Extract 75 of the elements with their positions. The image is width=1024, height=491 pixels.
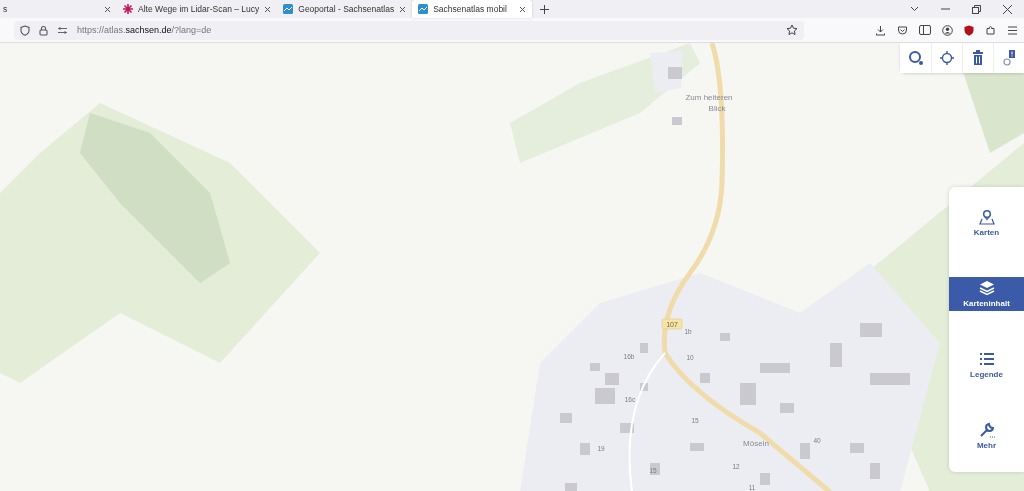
permissions-icon[interactable] <box>57 25 68 35</box>
building <box>720 333 730 341</box>
menu-icon[interactable] <box>1007 25 1018 35</box>
building <box>830 343 842 367</box>
restore-icon[interactable] <box>972 4 981 14</box>
layers-icon <box>978 279 995 296</box>
trash-icon <box>970 50 986 66</box>
building <box>800 443 810 459</box>
browser-tab[interactable]: Geoportal - Sachsenatlas <box>277 0 413 18</box>
building <box>850 443 864 453</box>
building <box>860 323 882 337</box>
close-window-icon[interactable] <box>1003 4 1012 14</box>
building <box>740 383 756 405</box>
browser-tab[interactable]: Sachsenatlas mobil <box>412 0 533 18</box>
place-label: Möseln <box>743 439 769 448</box>
crosshair-icon <box>939 50 955 66</box>
map-icon <box>418 4 429 14</box>
browser-tab[interactable]: s <box>0 0 117 18</box>
puzzle-icon[interactable] <box>985 24 996 36</box>
url-text: https://atlas.sachsen.de/?lang=de <box>77 25 213 35</box>
building <box>605 373 619 385</box>
save-icon[interactable] <box>875 24 886 36</box>
search-icon <box>907 50 924 66</box>
chevron-down-icon[interactable] <box>910 6 919 12</box>
building <box>620 423 634 433</box>
list-icon <box>978 351 995 368</box>
map-pin-icon <box>978 208 995 225</box>
close-tab-icon[interactable] <box>264 5 272 13</box>
menu-item[interactable]: Mehr <box>949 419 1024 454</box>
shield-icon <box>20 24 30 36</box>
asterisk-icon <box>123 4 133 14</box>
road-number-shield <box>661 318 683 330</box>
new-tab-icon[interactable] <box>540 4 550 14</box>
lock-icon <box>39 24 48 36</box>
building <box>870 463 880 479</box>
address-bar[interactable]: https://atlas.sachsen.de/?lang=de <box>14 20 804 40</box>
close-tab-icon[interactable] <box>519 5 527 13</box>
building <box>640 343 648 353</box>
tab-title: Geoportal - Sachsenatlas <box>298 4 395 14</box>
building <box>560 413 572 423</box>
building <box>672 117 682 125</box>
tab-title: Alte Wege im Lidar-Scan – Lucy <box>138 4 260 14</box>
building <box>780 403 794 413</box>
building <box>870 373 910 385</box>
trash-button[interactable] <box>962 43 993 73</box>
info-pin-button[interactable] <box>993 43 1024 73</box>
tab-title: s <box>3 4 9 14</box>
browser-tab[interactable]: Alte Wege im Lidar-Scan – Lucy <box>117 0 278 18</box>
close-tab-icon[interactable] <box>104 5 111 13</box>
tab-title: Sachsenatlas mobil <box>433 4 508 14</box>
building <box>565 483 577 491</box>
map-icon <box>283 4 294 14</box>
building <box>590 363 600 371</box>
info-pin-icon <box>1001 50 1017 66</box>
wrench-icon <box>978 422 995 439</box>
sidebar-icon[interactable] <box>919 25 931 35</box>
bookmark-star-icon[interactable] <box>786 24 798 36</box>
search-button[interactable] <box>900 43 931 73</box>
building <box>580 443 590 455</box>
building <box>668 67 682 79</box>
building <box>760 363 790 373</box>
building <box>640 383 648 391</box>
building <box>650 463 660 475</box>
building <box>595 388 615 404</box>
crosshair-button[interactable] <box>931 43 962 73</box>
account-icon[interactable] <box>942 24 953 36</box>
menu-item[interactable]: Legende <box>949 348 1024 383</box>
pocket-icon[interactable] <box>897 24 908 36</box>
building <box>700 373 710 383</box>
shield-extension-icon[interactable] <box>964 24 974 36</box>
building <box>690 443 704 451</box>
menu-item[interactable]: Karten <box>949 205 1024 240</box>
menu-item[interactable]: Karteninhalt <box>949 276 1024 311</box>
building <box>760 473 770 485</box>
close-tab-icon[interactable] <box>399 5 407 13</box>
